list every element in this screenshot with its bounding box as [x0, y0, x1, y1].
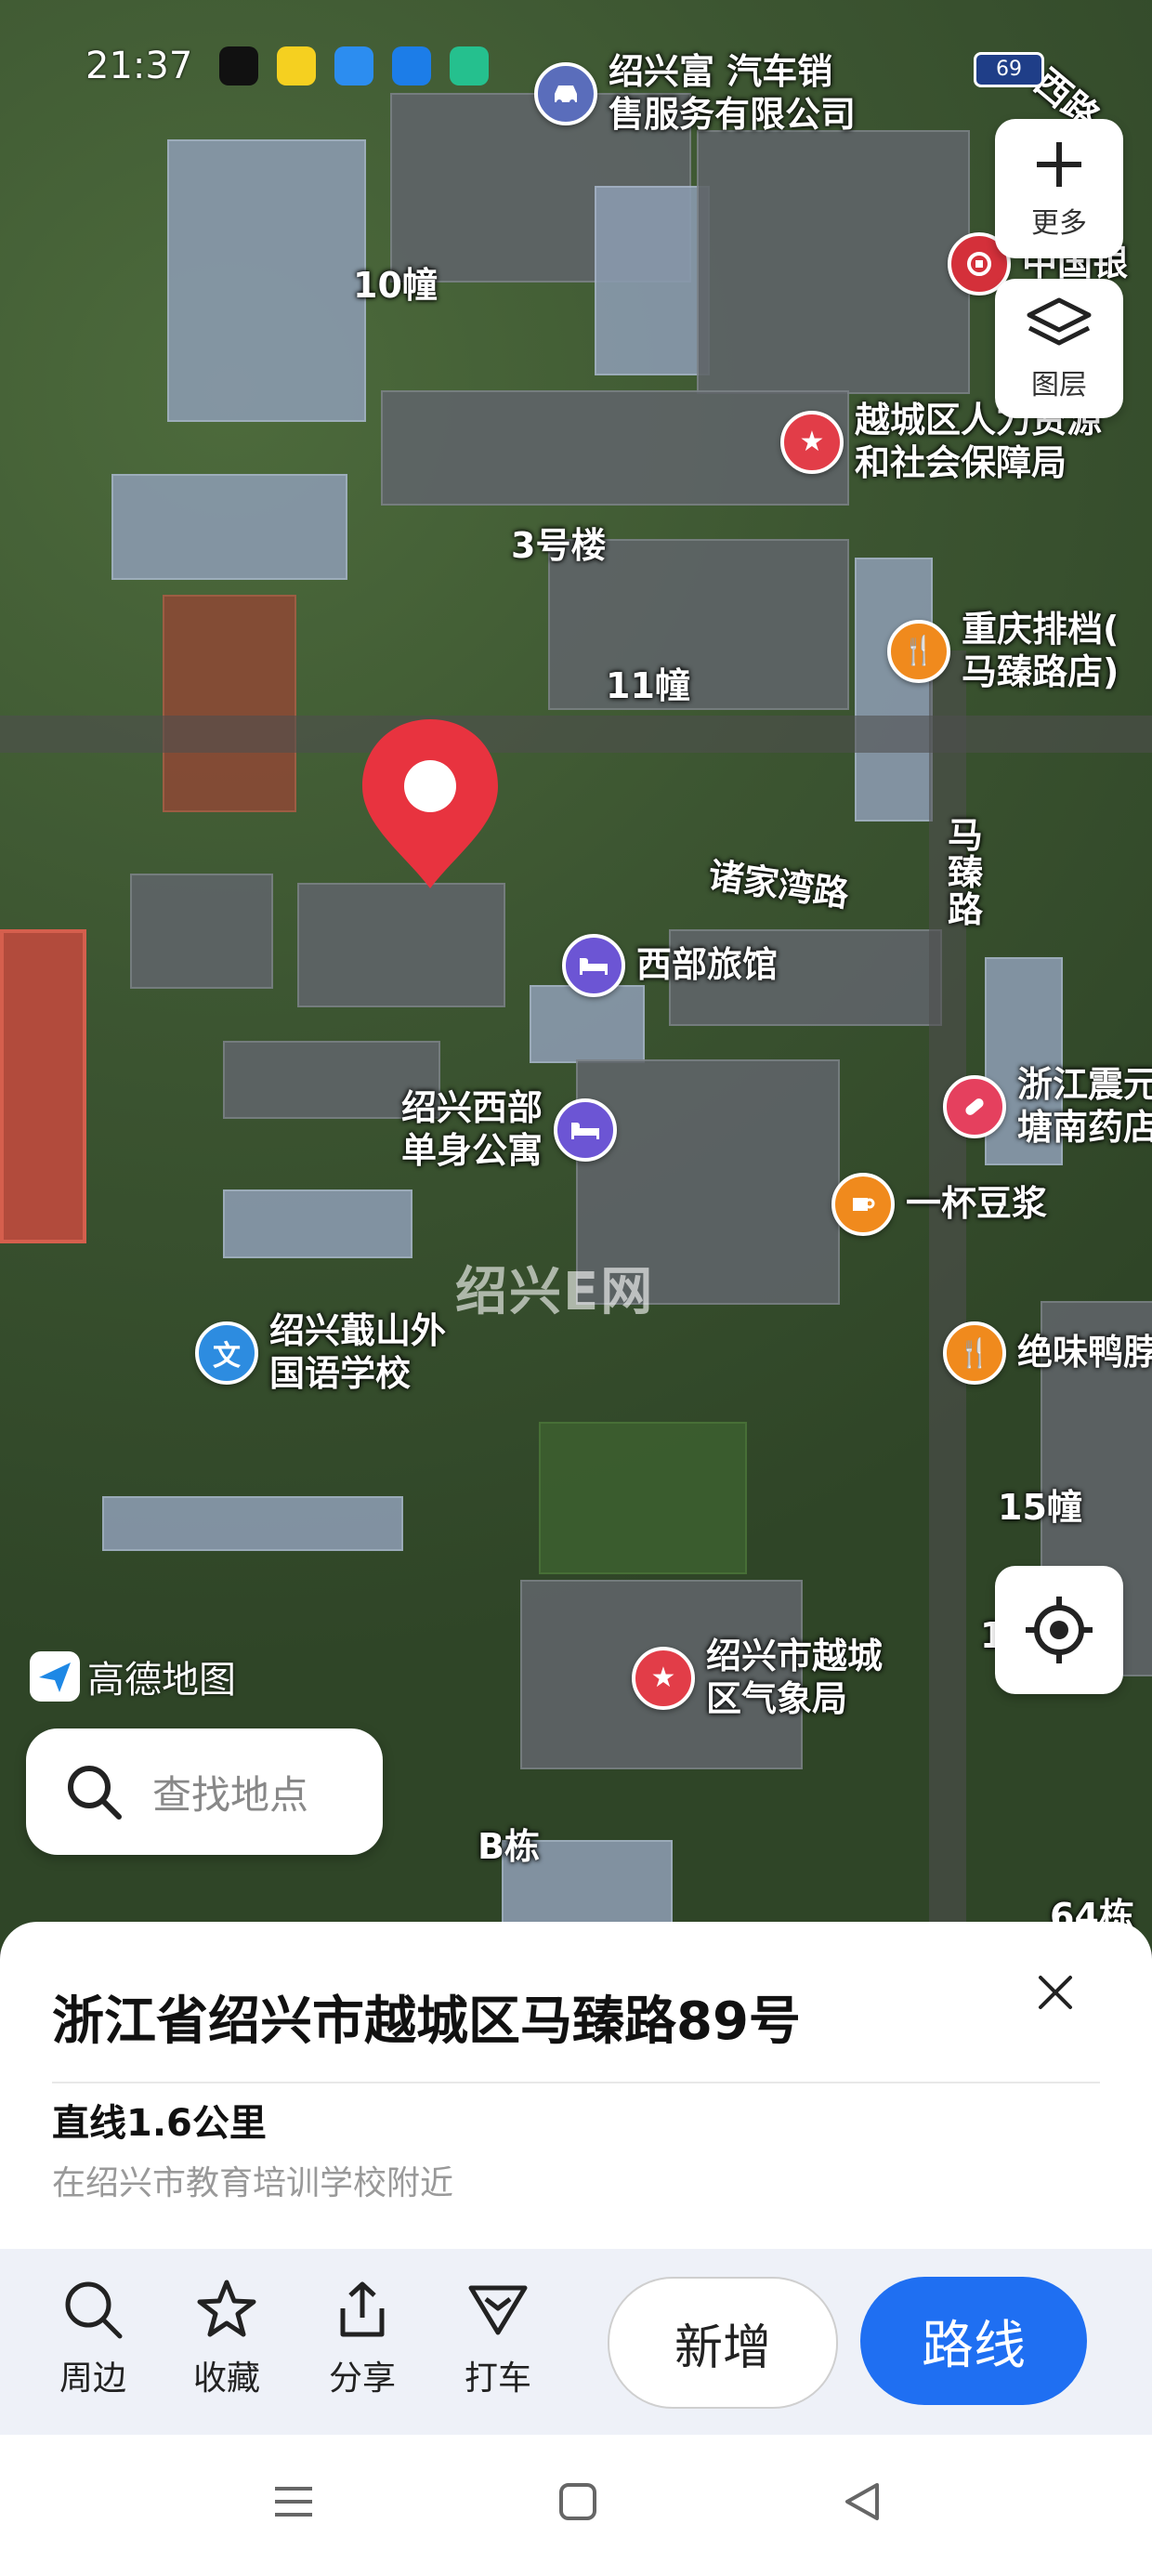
status-time: 21:37	[85, 45, 193, 87]
close-icon[interactable]	[1031, 1968, 1080, 2017]
map-road	[0, 716, 1152, 753]
poi-label: 塘南药店	[1017, 1106, 1152, 1148]
poi-weather-bureau[interactable]: ★ 绍兴市越城 区气象局	[632, 1636, 883, 1720]
poi-label: 重庆排档(	[962, 609, 1119, 650]
crosshair-icon	[1026, 1597, 1093, 1663]
building-label: 15幢	[998, 1487, 1082, 1528]
road-label: 马 臻 路	[948, 815, 984, 930]
search-box[interactable]: 查找地点	[26, 1728, 383, 1855]
amap-logo-icon	[30, 1651, 80, 1702]
location-pin-icon[interactable]	[359, 716, 502, 892]
building-label: 10幢	[353, 265, 438, 306]
layers-label: 图层	[1031, 369, 1087, 401]
poi-label: 绍兴蕺山外	[269, 1310, 447, 1351]
road-label: 诸家湾路	[705, 854, 852, 915]
map-building	[297, 883, 505, 1007]
share-label: 分享	[328, 2359, 396, 2398]
poi-label: 绍兴市越城	[706, 1636, 884, 1676]
map-building	[381, 390, 849, 506]
government-star-icon: ★	[780, 410, 844, 474]
poi-label: 一杯豆浆	[906, 1183, 1048, 1225]
poi-label: 国语学校	[269, 1352, 412, 1394]
system-nav-bar	[0, 2435, 1152, 2576]
taxi-button[interactable]: 打车	[442, 2277, 554, 2399]
map-building	[102, 1496, 403, 1551]
amap-brand: 高德地图	[30, 1649, 236, 1703]
share-button[interactable]: 分享	[307, 2277, 418, 2399]
cup-icon	[831, 1173, 895, 1236]
poi-apartment[interactable]: 绍兴西部 单身公寓	[401, 1087, 618, 1172]
back-icon[interactable]	[842, 2481, 883, 2522]
battery-indicator: 69	[974, 52, 1044, 87]
browser-icon	[334, 46, 373, 85]
map-watermark: 绍兴E网	[455, 1262, 655, 1322]
poi-chongqing-restaurant[interactable]: 🍴 重庆排档(马臻路店)	[887, 609, 1119, 693]
map-building	[163, 595, 296, 812]
menu-icon[interactable]	[273, 2481, 314, 2522]
tiktok-icon	[219, 46, 258, 85]
nearby-button[interactable]: 周边	[37, 2277, 149, 2399]
locate-me-button[interactable]	[995, 1566, 1123, 1694]
map-building	[697, 130, 970, 394]
map-building	[111, 474, 347, 580]
nearby-text: 在绍兴市教育培训学校附近	[52, 2164, 454, 2202]
search-icon	[65, 2281, 123, 2339]
route-button[interactable]: 路线	[860, 2277, 1087, 2405]
pill-icon	[943, 1074, 1006, 1138]
school-icon: 文	[195, 1321, 258, 1385]
search-placeholder: 查找地点	[152, 1771, 309, 1818]
poi-xibu-hotel[interactable]: 西部旅馆	[562, 934, 778, 997]
distance-text: 直线1.6公里	[52, 2102, 267, 2145]
hotel-bed-icon	[562, 934, 625, 997]
map-building	[595, 186, 710, 375]
poi-label: 绝味鸭脖	[1017, 1332, 1152, 1373]
share-icon	[340, 2281, 385, 2337]
favorite-button[interactable]: 收藏	[171, 2277, 282, 2399]
restaurant-icon: 🍴	[887, 619, 950, 683]
government-star-icon: ★	[632, 1646, 695, 1710]
building-label: B栋	[478, 1826, 540, 1867]
map-building	[130, 874, 273, 989]
map-greenspace	[539, 1422, 747, 1574]
place-address: 浙江省绍兴市越城区马臻路89号	[52, 1991, 801, 2052]
layers-button[interactable]: 图层	[995, 279, 1123, 418]
star-icon	[197, 2280, 256, 2337]
poi-label: 单身公寓	[401, 1129, 543, 1171]
restaurant-icon: 🍴	[943, 1321, 1006, 1385]
building-label: 11幢	[606, 665, 690, 706]
poi-soymilk[interactable]: 一杯豆浆	[831, 1173, 1047, 1236]
building-label: 3号楼	[511, 525, 607, 566]
divider	[52, 2082, 1100, 2083]
taxi-flag-icon	[468, 2285, 528, 2335]
poi-duck-neck[interactable]: 🍴 绝味鸭脖	[943, 1321, 1152, 1385]
app-notification-icon	[450, 46, 489, 85]
poi-school[interactable]: 文 绍兴蕺山外 国语学校	[195, 1310, 446, 1395]
taxi-label: 打车	[464, 2359, 531, 2398]
poi-label: 马臻路店)	[962, 651, 1119, 692]
status-bar: 21:37 69	[0, 0, 1152, 112]
poi-label: 浙江震元	[1017, 1064, 1152, 1105]
map-building	[223, 1189, 412, 1258]
search-icon	[68, 1766, 122, 1820]
poi-label: 绍兴西部	[401, 1087, 543, 1128]
poi-label: 区气象局	[706, 1677, 848, 1719]
app-notification-icon	[277, 46, 316, 85]
home-icon[interactable]	[557, 2481, 598, 2522]
app-notification-icon	[392, 46, 431, 85]
layers-icon	[1027, 297, 1092, 346]
plus-icon	[1037, 142, 1081, 187]
map-building	[167, 139, 366, 422]
brand-label: 高德地图	[87, 1659, 236, 1702]
sports-track	[0, 929, 86, 1243]
more-button[interactable]: 更多	[995, 119, 1123, 258]
nearby-label: 周边	[59, 2359, 126, 2398]
hotel-bed-icon	[554, 1097, 618, 1162]
add-button[interactable]: 新增	[608, 2277, 838, 2409]
poi-label: 和社会保障局	[855, 441, 1067, 483]
favorite-label: 收藏	[192, 2359, 260, 2398]
more-label: 更多	[1031, 207, 1087, 240]
poi-label: 西部旅馆	[636, 944, 779, 986]
poi-pharmacy[interactable]: 浙江震元 塘南药店	[943, 1064, 1152, 1149]
